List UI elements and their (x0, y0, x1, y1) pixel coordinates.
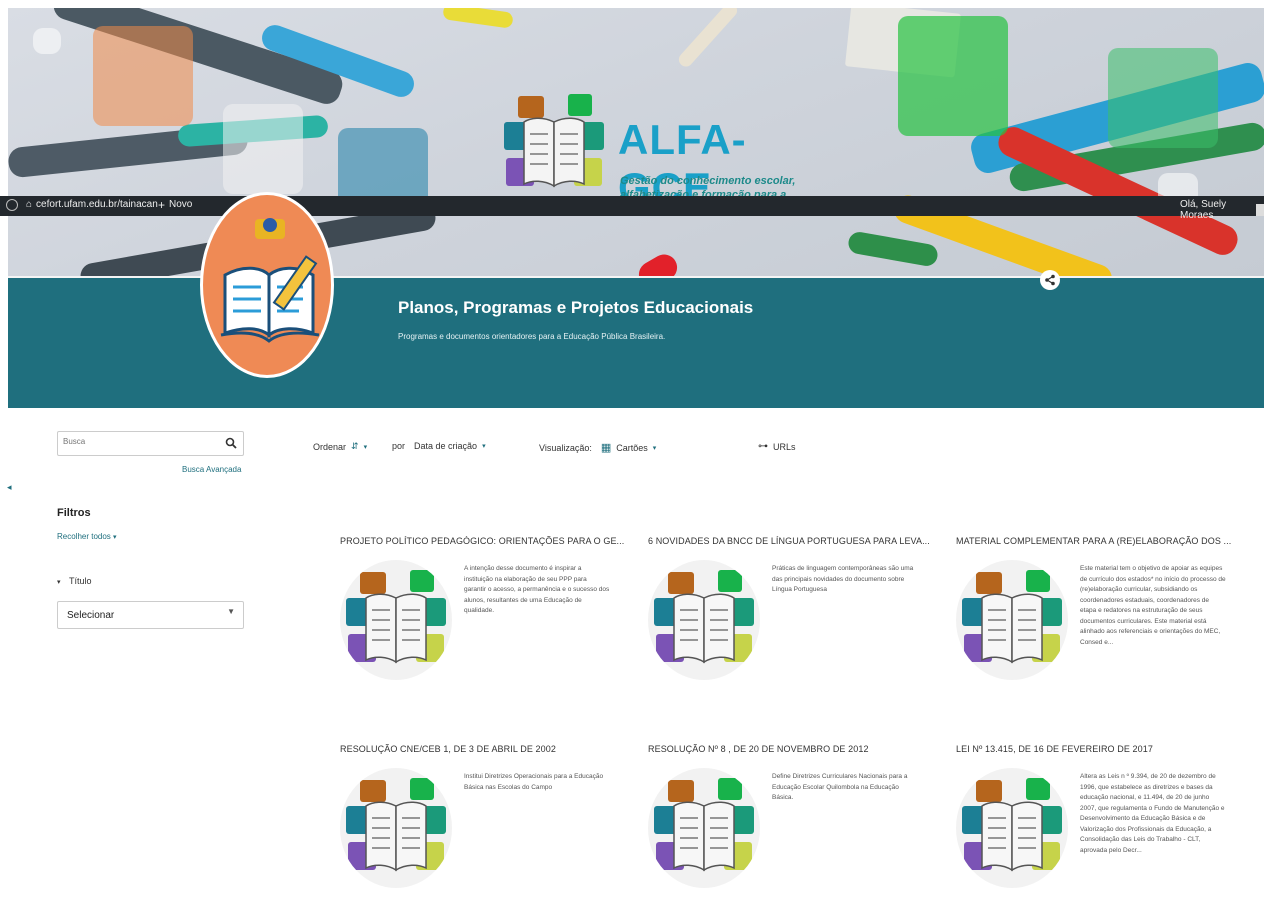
alfa-gce-thumbnail-icon (956, 778, 1068, 888)
sort-order-icon[interactable]: ⇵ (351, 441, 359, 452)
alfa-gce-thumbnail-icon (648, 570, 760, 680)
search-icon[interactable] (225, 437, 237, 449)
speech-bubble-decoration (33, 28, 61, 54)
sort-field-control[interactable]: por Data de criação ▾ (392, 441, 486, 451)
page-subtitle: Programas e documentos orientadores para… (398, 332, 666, 341)
home-icon: ⌂ (26, 199, 33, 210)
wordpress-icon (6, 199, 18, 211)
filter-title-toggle[interactable]: ▾ Título (57, 576, 92, 586)
speech-bubble-decoration (1108, 48, 1218, 148)
item-card-description: Institui Diretrizes Operacionais para a … (464, 773, 604, 791)
collection-avatar (200, 192, 334, 378)
advanced-search-link[interactable]: Busca Avançada (182, 465, 241, 474)
crayon-decoration (442, 8, 514, 29)
user-greeting: Olá, Suely Moraes (1180, 199, 1227, 221)
sort-field-value[interactable]: Data de criação (414, 441, 477, 451)
share-icon (1045, 274, 1055, 286)
item-card-title[interactable]: MATERIAL COMPLEMENTAR PARA A (RE)ELABORA… (956, 536, 1248, 546)
open-book-logo-icon (504, 94, 604, 188)
alfa-gce-thumbnail-icon (648, 778, 760, 888)
cards-grid-icon: ▦ (600, 442, 612, 454)
page: ALFA-GCE Gestão do conhecimento escolar,… (0, 0, 1264, 911)
admin-bar: ⌂ cefort.ufam.edu.br/tainacan + Novo Olá… (0, 196, 1264, 221)
crayon-decoration (634, 249, 682, 278)
speech-bubble-decoration (93, 26, 193, 126)
item-card[interactable]: RESOLUÇÃO Nº 8 , DE 20 DE NOVEMBRO DE 20… (648, 744, 940, 888)
item-card[interactable]: 6 NOVIDADES DA BNCC DE LÍNGUA PORTUGUESA… (648, 536, 940, 680)
item-card-title[interactable]: RESOLUÇÃO Nº 8 , DE 20 DE NOVEMBRO DE 20… (648, 744, 940, 754)
filter-title-label: Título (69, 576, 92, 586)
urls-button[interactable]: ⊶ URLs (758, 441, 796, 452)
book-pencil-icon (220, 218, 320, 343)
item-card[interactable]: MATERIAL COMPLEMENTAR PARA A (RE)ELABORA… (956, 536, 1248, 680)
pencil-decoration (676, 8, 740, 70)
user-menu[interactable]: Olá, Suely Moraes (1180, 199, 1264, 221)
view-mode-control[interactable]: Visualização: ▦ Cartões ▾ (539, 441, 656, 454)
site-link[interactable]: ⌂ cefort.ufam.edu.br/tainacan (26, 199, 158, 210)
user-avatar-icon (1256, 204, 1264, 216)
item-thumbnail[interactable] (648, 560, 760, 680)
sort-label: Ordenar (313, 441, 347, 452)
crayon-decoration (846, 230, 940, 268)
item-card-description: Altera as Leis n º 9.394, de 20 de dezem… (1080, 773, 1225, 854)
urls-label: URLs (773, 441, 796, 452)
logo-subtitle-line-1: Gestão do conhecimento escolar, (620, 175, 796, 187)
item-thumbnail[interactable] (340, 560, 452, 680)
site-url: cefort.ufam.edu.br/tainacan (36, 199, 158, 210)
speech-bubble-decoration (898, 16, 1008, 136)
share-button[interactable] (1040, 270, 1060, 290)
item-card[interactable]: RESOLUÇÃO CNE/CEB 1, DE 3 DE ABRIL DE 20… (340, 744, 632, 888)
item-thumbnail[interactable] (956, 560, 1068, 680)
item-card-title[interactable]: 6 NOVIDADES DA BNCC DE LÍNGUA PORTUGUESA… (648, 536, 940, 546)
item-card-description: Define Diretrizes Curriculares Nacionais… (772, 773, 908, 801)
wordpress-menu[interactable] (6, 199, 18, 211)
item-thumbnail[interactable] (956, 768, 1068, 888)
filter-select-value: Selecionar (67, 610, 115, 621)
chevron-down-icon: ▾ (113, 534, 117, 541)
chevron-down-icon: ▾ (57, 579, 61, 586)
title-filter-select[interactable]: Selecionar ▼ (57, 601, 244, 629)
by-label: por (392, 441, 406, 451)
item-card-title[interactable]: RESOLUÇÃO CNE/CEB 1, DE 3 DE ABRIL DE 20… (340, 744, 632, 754)
search-field[interactable] (57, 431, 244, 456)
new-content-menu[interactable]: + Novo (158, 197, 193, 212)
chevron-down-icon: ▾ (652, 444, 657, 452)
filters-title: Filtros (57, 507, 91, 519)
link-icon: ⊶ (758, 441, 768, 452)
item-card-description: A intenção desse documento é inspirar a … (464, 565, 610, 614)
item-card-description: Este material tem o objetivo de apoiar a… (1080, 565, 1226, 646)
page-title: Planos, Programas e Projetos Educacionai… (398, 298, 754, 317)
chevron-down-icon: ▼ (227, 607, 235, 616)
chevron-down-icon: ▾ (363, 443, 368, 451)
new-label: Novo (169, 199, 193, 210)
item-thumbnail[interactable] (340, 768, 452, 888)
speech-bubble-decoration (223, 104, 303, 194)
plus-icon: + (158, 197, 166, 212)
view-label: Visualização: (539, 442, 592, 453)
chevron-down-icon: ▾ (482, 443, 486, 450)
item-card[interactable]: LEI Nº 13.415, DE 16 DE FEVEREIRO DE 201… (956, 744, 1248, 888)
collapse-all-label: Recolher todos (57, 532, 111, 541)
alfa-gce-thumbnail-icon (956, 570, 1068, 680)
view-mode-value[interactable]: Cartões (616, 443, 648, 453)
item-card[interactable]: PROJETO POLÍTICO PEDAGÓGICO: ORIENTAÇÕES… (340, 536, 632, 680)
search-input[interactable] (63, 437, 213, 446)
item-thumbnail[interactable] (648, 768, 760, 888)
collapse-sidebar-arrow-icon[interactable]: ◂ (7, 482, 12, 493)
alfa-gce-logo: ALFA-GCE Gestão do conhecimento escolar,… (498, 88, 838, 215)
cover-banner: ALFA-GCE Gestão do conhecimento escolar,… (8, 8, 1264, 278)
alfa-gce-thumbnail-icon (340, 778, 452, 888)
collapse-all-filters[interactable]: Recolher todos ▾ (57, 532, 117, 541)
item-card-title[interactable]: PROJETO POLÍTICO PEDAGÓGICO: ORIENTAÇÕES… (340, 536, 632, 546)
item-card-title[interactable]: LEI Nº 13.415, DE 16 DE FEVEREIRO DE 201… (956, 744, 1248, 754)
sort-order-control[interactable]: Ordenar ⇵ ▾ (313, 441, 367, 452)
alfa-gce-thumbnail-icon (340, 570, 452, 680)
item-card-description: Práticas de linguagem contemporâneas são… (772, 565, 914, 593)
